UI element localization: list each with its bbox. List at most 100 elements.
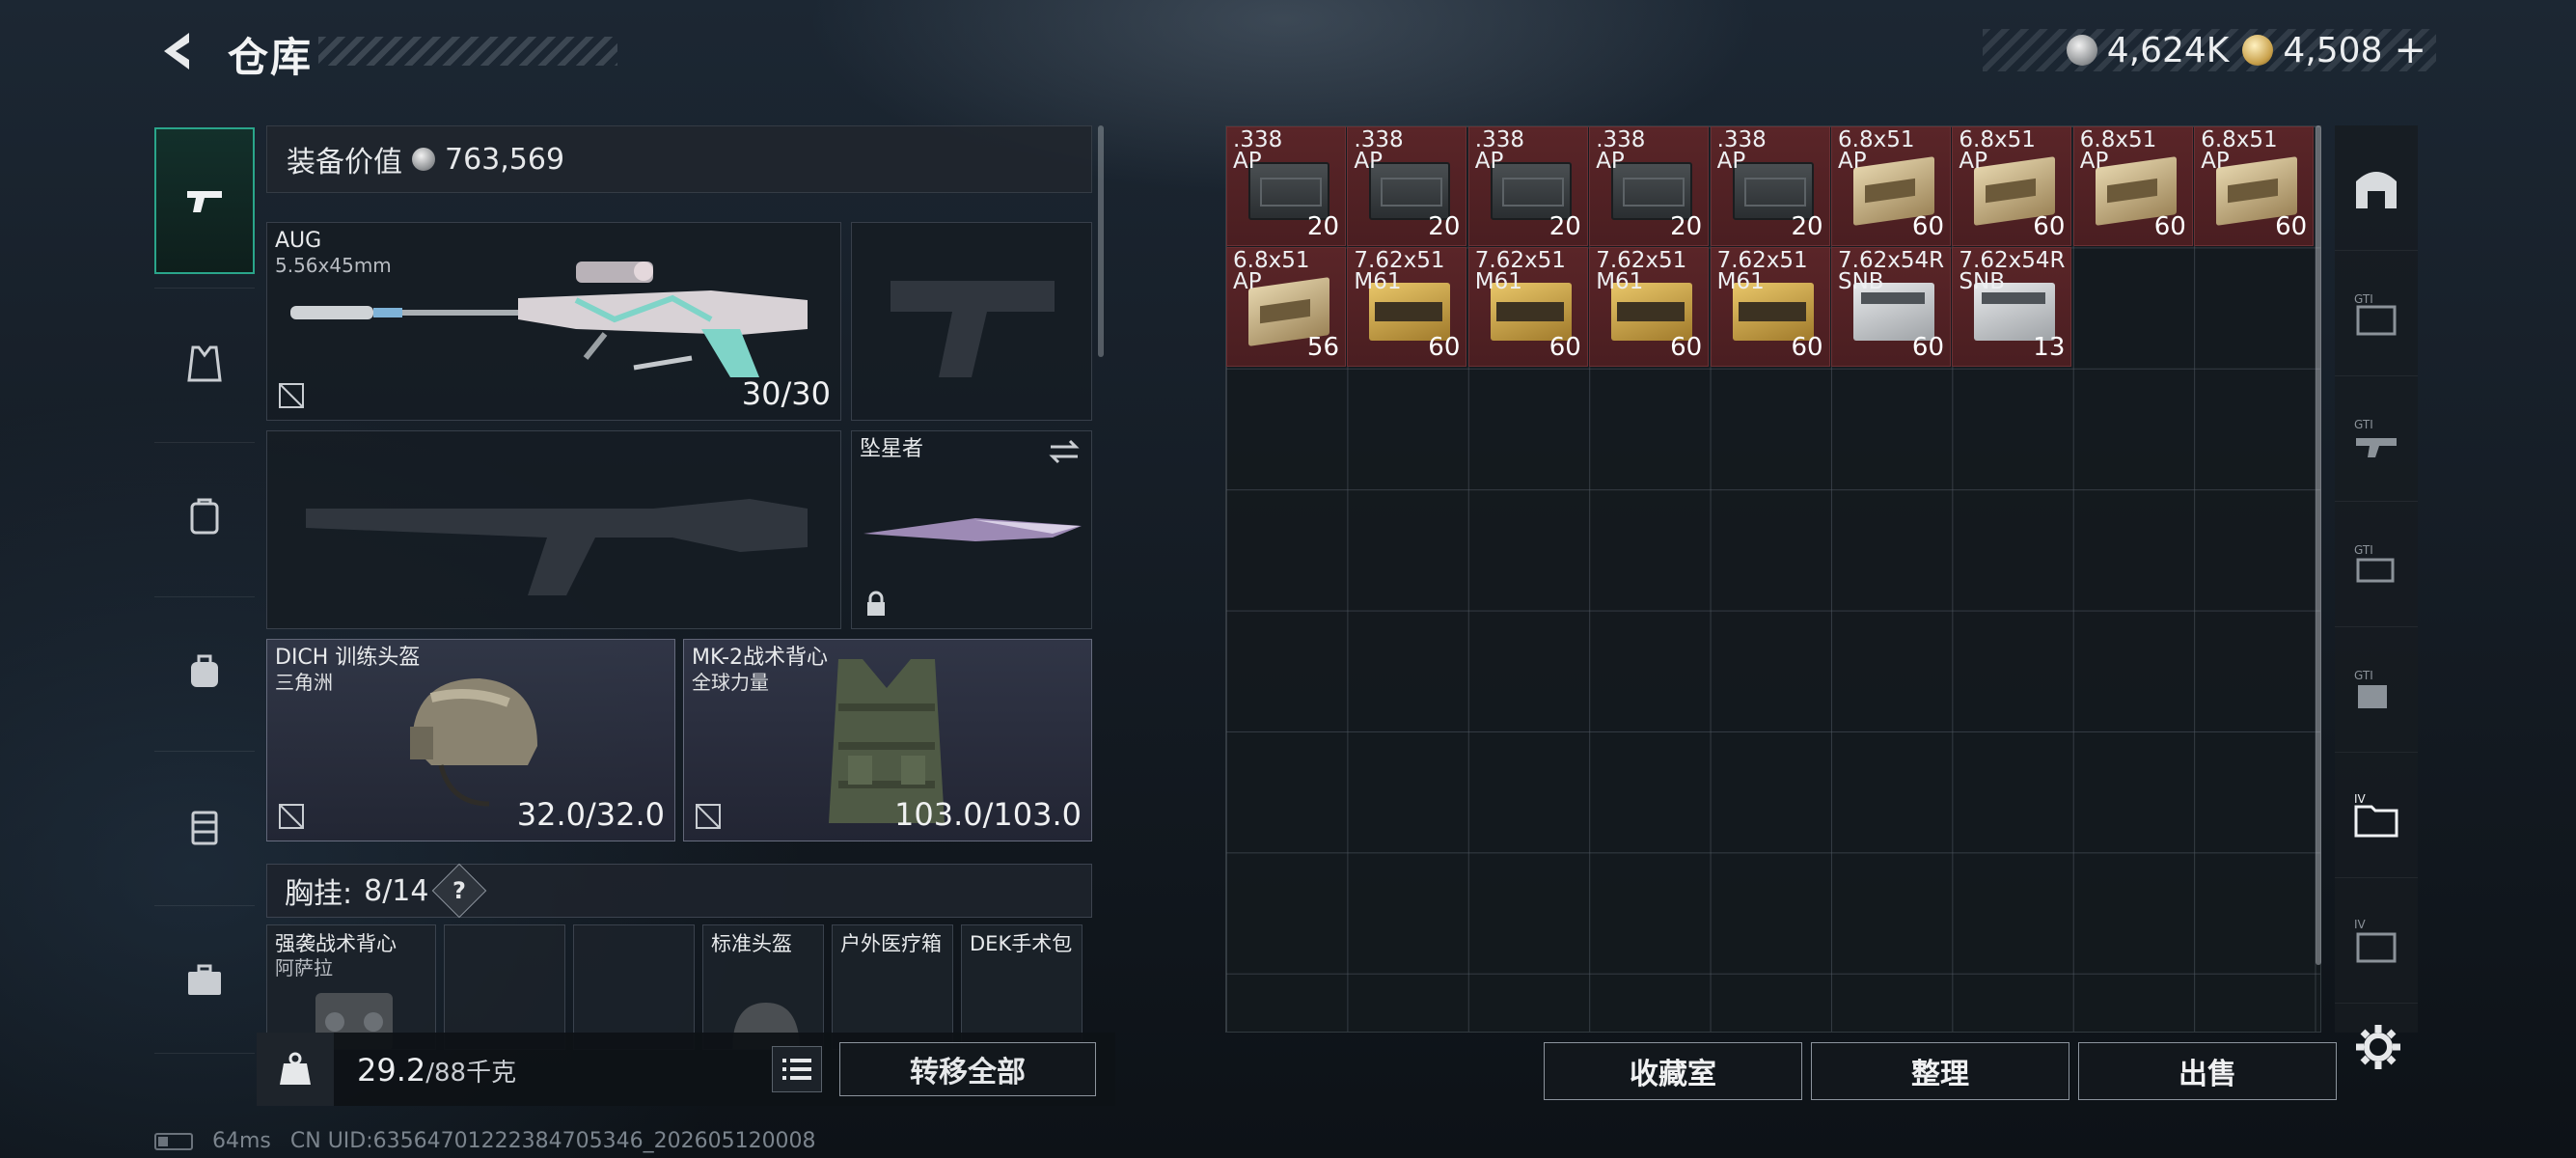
folder-icon: IV <box>2354 792 2398 837</box>
ammo-item[interactable]: 6.8x51 AP 60 <box>2194 126 2315 246</box>
rail-tab-backpack[interactable] <box>154 596 255 745</box>
sidearm-slot[interactable] <box>851 222 1092 421</box>
stash-scrollbar[interactable] <box>2316 125 2321 965</box>
swap-icon[interactable] <box>1047 437 1082 466</box>
chest-rig-bar[interactable]: 胸挂: 8/14 ? <box>266 863 1092 919</box>
ammo-count: 60 <box>2153 212 2186 241</box>
ammo-caliber: 6.8x51 <box>2079 127 2157 152</box>
ammo-item[interactable]: 7.62x51 M61 60 <box>1467 247 1588 368</box>
ammo-item[interactable]: .338 AP 20 <box>1347 126 1467 246</box>
weapon-ammo: 30/30 <box>741 375 831 412</box>
helmet-durability: 32.0/32.0 <box>516 796 665 833</box>
back-button[interactable] <box>154 27 203 75</box>
ammo-item[interactable]: .338 AP 20 <box>1710 126 1830 246</box>
ammo-item[interactable]: 7.62x54R SNB 60 <box>1831 247 1951 368</box>
rail-tab-container[interactable] <box>154 751 255 899</box>
rig-capacity: 8/14 <box>364 873 429 908</box>
armor-faction: 全球力量 <box>692 671 769 694</box>
rail-tab-iv-2[interactable]: IV <box>2335 878 2418 1004</box>
gti-weapon-icon: GTI <box>2354 418 2397 457</box>
rig-icon <box>190 498 219 534</box>
rail-tab-weapons[interactable] <box>154 127 255 274</box>
rail-tab-armor[interactable] <box>154 288 255 436</box>
silver-currency: 4,624K <box>2066 30 2230 70</box>
ammo-count: 13 <box>2033 333 2066 363</box>
gold-currency[interactable]: 4,508 + <box>2242 28 2426 72</box>
primary-weapon-slot[interactable]: AUG 5.56x45mm 30/30 <box>266 222 841 421</box>
silver-coin-icon <box>2066 35 2097 66</box>
ammo-type: AP <box>1474 149 1504 174</box>
ammo-type: M61 <box>1474 269 1522 295</box>
status-bar: 64ms CN UID:635647012223847053​46_202605… <box>154 1129 816 1153</box>
organize-button[interactable]: 整理 <box>1811 1042 2069 1100</box>
armor-slot[interactable]: MK-2战术背心 全球力量 103.0/103.0 <box>683 639 1092 841</box>
rail-tab-main-stash[interactable] <box>2335 125 2418 251</box>
lock-icon <box>867 591 885 616</box>
equipment-scrollbar[interactable] <box>1098 125 1104 357</box>
ammo-item[interactable]: .338 AP 20 <box>1589 126 1710 246</box>
ammo-type: AP <box>1716 149 1746 174</box>
ammo-item[interactable]: 7.62x51 M61 60 <box>1347 247 1467 368</box>
svg-text:GTI: GTI <box>2354 418 2373 431</box>
ammo-caliber: .338 <box>1354 127 1404 152</box>
rig-slot-1[interactable]: 强袭战术背心 阿萨拉 <box>266 924 436 1050</box>
no-insure-icon <box>279 383 304 408</box>
helmet-image <box>410 678 537 807</box>
ammo-count: 60 <box>1428 333 1461 363</box>
rail-tab-gti-3[interactable]: GTI <box>2335 502 2418 627</box>
ammo-item[interactable]: 7.62x51 M61 60 <box>1589 247 1710 368</box>
ammo-item[interactable]: .338 AP 20 <box>1467 126 1588 246</box>
transfer-all-button[interactable]: 转移全部 <box>839 1042 1096 1096</box>
helmet-faction: 三角洲 <box>275 671 333 694</box>
sell-button[interactable]: 出售 <box>2078 1042 2337 1100</box>
rail-tab-iv-1[interactable]: IV <box>2335 753 2418 878</box>
rig-slot-2[interactable] <box>444 924 565 1050</box>
rig-slot-4[interactable]: 标准头盔 <box>702 924 824 1050</box>
no-insure-icon <box>279 804 304 829</box>
pistol-silhouette-icon <box>891 281 1055 377</box>
settings-gear-icon[interactable] <box>2354 1023 2402 1071</box>
rail-tab-gti-2[interactable]: GTI <box>2335 376 2418 502</box>
gold-coin-icon <box>2242 35 2274 66</box>
armor-name: MK-2战术背心 <box>692 646 829 670</box>
rig-slot-6[interactable]: DEK手术包 <box>961 924 1082 1050</box>
svg-text:GTI: GTI <box>2354 669 2373 682</box>
rig-slot-5[interactable]: 户外医疗箱 <box>832 924 953 1050</box>
ammo-item[interactable]: 6.8x51 AP 60 <box>1952 126 2072 246</box>
add-currency-button[interactable]: + <box>2394 28 2426 72</box>
rig-slot-label: DEK手术包 <box>970 932 1073 955</box>
ammo-item[interactable]: 6.8x51 AP 60 <box>2072 126 2193 246</box>
helmet-slot[interactable]: DICH 训练头盔 三角洲 32.0/32.0 <box>266 639 675 841</box>
silver-currency-value: 4,624K <box>2106 30 2230 70</box>
rig-slot-3[interactable] <box>573 924 695 1050</box>
iv-case-icon: IV <box>2354 918 2397 962</box>
ammo-type: M61 <box>1716 269 1765 295</box>
help-icon[interactable]: ? <box>432 863 487 919</box>
battery-icon <box>154 1132 193 1150</box>
ammo-item[interactable]: .338 AP 20 <box>1226 126 1346 246</box>
secondary-weapon-slot[interactable] <box>266 430 841 629</box>
ammo-caliber: .338 <box>1716 127 1767 152</box>
ammo-type: M61 <box>1354 269 1402 295</box>
ammo-item[interactable]: 6.8x51 AP 60 <box>1831 126 1951 246</box>
ammo-count: 20 <box>1428 212 1461 241</box>
list-view-button[interactable] <box>772 1046 822 1092</box>
melee-slot[interactable]: 坠星者 <box>851 430 1092 629</box>
ammo-count: 60 <box>1548 333 1581 363</box>
ammo-count: 60 <box>1911 212 1944 241</box>
svg-text:IV: IV <box>2354 918 2367 931</box>
knife-image <box>863 518 1082 541</box>
rail-tab-case[interactable] <box>154 905 255 1054</box>
ammo-caliber: 6.8x51 <box>1838 127 1915 152</box>
ammo-item[interactable]: 6.8x51 AP 56 <box>1226 247 1346 368</box>
gold-currency-value: 4,508 <box>2283 30 2383 70</box>
rail-tab-gti-4[interactable]: GTI <box>2335 627 2418 753</box>
collection-room-button[interactable]: 收藏室 <box>1544 1042 1802 1100</box>
rail-tab-gti-1[interactable]: GTI <box>2335 251 2418 376</box>
ammo-item[interactable]: 7.62x54R SNB 13 <box>1952 247 2072 368</box>
armor-durability: 103.0/103.0 <box>894 796 1082 833</box>
ammo-caliber: .338 <box>1474 127 1525 152</box>
ammo-caliber: 7.62x51 <box>1474 248 1566 274</box>
rail-tab-rig[interactable] <box>154 442 255 591</box>
ammo-item[interactable]: 7.62x51 M61 60 <box>1710 247 1830 368</box>
